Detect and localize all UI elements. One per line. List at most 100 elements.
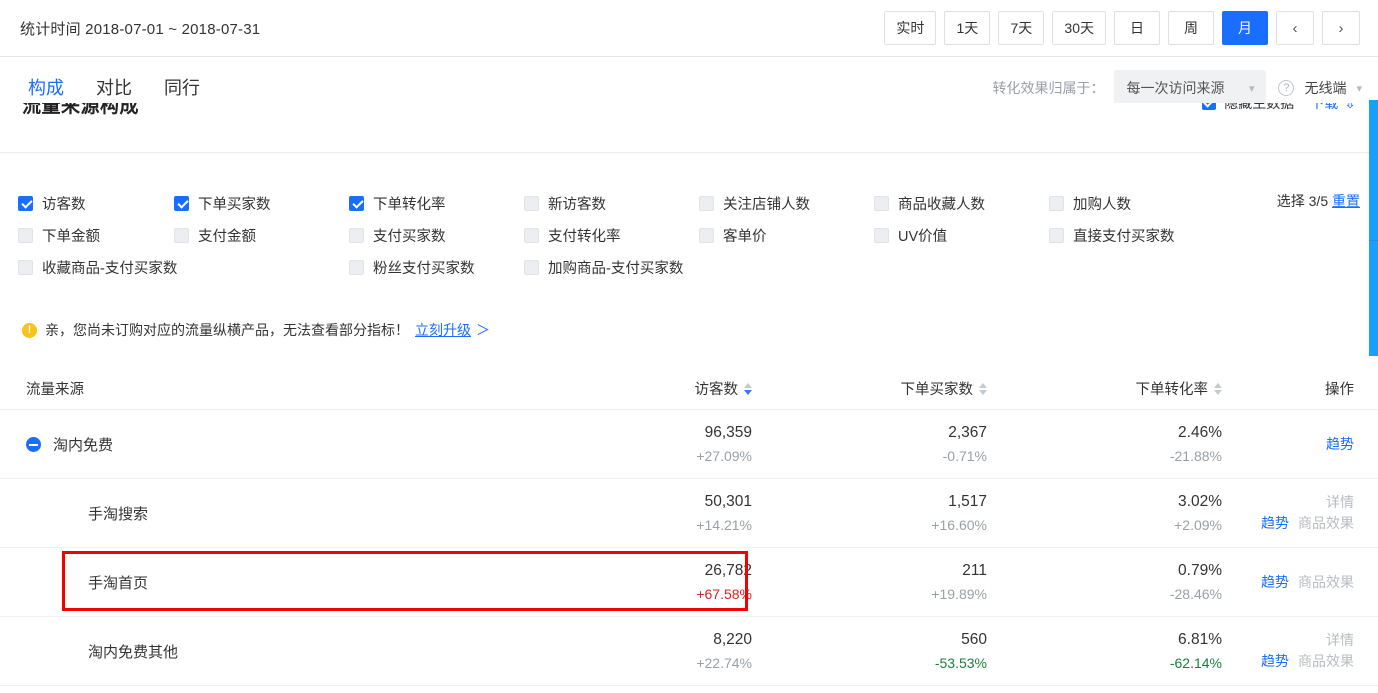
product-effect-link[interactable]: 商品效果 [1298,572,1354,592]
sort-icon-order-conversion[interactable] [1214,383,1222,395]
checkbox-icon [524,260,539,275]
metric-label: 下单转化率 [373,193,446,214]
cell-actions: 详情 趋势 商品效果 [1240,630,1378,672]
range-button-day[interactable]: 日 [1114,11,1160,45]
metric-label: 新访客数 [548,193,606,214]
collapse-icon[interactable] [26,437,41,452]
metric-checkbox-item-favorites[interactable]: 商品收藏人数 [874,193,1049,214]
attribution-select[interactable]: 每一次访问来源 ▾ [1114,70,1266,106]
tab-composition[interactable]: 构成 [28,79,64,97]
row-source-label: 手淘首页 [88,572,148,593]
cell-visitors: 96,359 +27.09% [535,423,770,466]
row-source-cell: 淘内免费 [0,434,535,455]
metric-checkbox-direct-paid-buyers[interactable]: 直接支付买家数 [1049,225,1244,246]
stat-time-label: 统计时间 2018-07-01 ~ 2018-07-31 [20,18,260,39]
metric-selection-status: 选择 3/5 重置 [1277,191,1360,211]
cell-visitors: 50,301 +14.21% [535,492,770,535]
chevron-down-icon: ▾ [1356,82,1362,95]
range-button-7day[interactable]: 7天 [998,11,1044,45]
next-period-icon[interactable]: › [1322,11,1360,45]
trend-link[interactable]: 趋势 [1326,436,1354,452]
question-circle-icon[interactable]: ? [1278,80,1294,96]
table-row[interactable]: 手淘首页 26,782 +67.58% 211 +19.89% 0.79% -2… [0,548,1378,617]
column-header-order-buyers[interactable]: 下单买家数 [770,378,1005,399]
cell-order-conversion-delta: -28.46% [1005,584,1222,604]
table-row[interactable]: 手淘搜索 50,301 +14.21% 1,517 +16.60% 3.02% … [0,479,1378,548]
metric-row-1: 访客数 下单买家数 下单转化率 新访客数 关注店铺人数 商品收藏人数 [0,187,1378,219]
reset-metrics-button[interactable]: 重置 [1332,193,1360,209]
metric-checkbox-paid-buyers[interactable]: 支付买家数 [349,225,524,246]
cell-actions: 趋势 [1240,434,1378,454]
row-source-cell: 淘内免费其他 [0,641,535,662]
download-button[interactable]: 下载 [1310,103,1338,113]
metric-checkbox-order-conversion[interactable]: 下单转化率 [349,193,524,214]
detail-link[interactable]: 详情 [1326,492,1354,513]
checkbox-icon [1049,228,1064,243]
terminal-select[interactable]: 无线端 ▾ [1304,78,1362,98]
product-effect-link[interactable]: 商品效果 [1298,651,1354,672]
range-button-month[interactable]: 月 [1222,11,1268,45]
download-icon[interactable]: ⇩ [1344,103,1356,112]
metric-checkbox-order-buyers[interactable]: 下单买家数 [174,193,349,214]
trend-link[interactable]: 趋势 [1261,572,1289,592]
trend-link[interactable]: 趋势 [1261,513,1289,534]
cell-order-conversion: 6.81% -62.14% [1005,630,1240,673]
detail-link[interactable]: 详情 [1326,630,1354,651]
range-button-week[interactable]: 周 [1168,11,1214,45]
metric-checkbox-cart-item-paid-buyers[interactable]: 加购商品-支付买家数 [524,257,754,278]
cell-visitors-value: 26,782 [535,561,752,581]
metric-label: 访客数 [42,193,86,214]
metric-label: 直接支付买家数 [1073,225,1175,246]
checkbox-icon [18,260,33,275]
top-toolbar: 统计时间 2018-07-01 ~ 2018-07-31 实时 1天 7天 30… [0,0,1378,57]
sort-icon-order-buyers[interactable] [979,383,987,395]
range-button-1day[interactable]: 1天 [944,11,990,45]
tab-comparison[interactable]: 对比 [96,79,132,97]
tab-peers[interactable]: 同行 [164,79,200,97]
checkbox-icon [874,196,889,211]
checkbox-icon [524,228,539,243]
vertical-scrollbar[interactable] [1369,100,1378,356]
metric-selector-panel: 访客数 下单买家数 下单转化率 新访客数 关注店铺人数 商品收藏人数 [0,153,1378,303]
metric-checkbox-uv-value[interactable]: UV价值 [874,225,1049,246]
metric-checkbox-visitors[interactable]: 访客数 [0,193,174,214]
cell-visitors: 26,782 +67.58% [535,561,770,604]
metric-checkbox-paid-conversion[interactable]: 支付转化率 [524,225,699,246]
metric-label: 支付买家数 [373,225,446,246]
metric-checkbox-new-visitors[interactable]: 新访客数 [524,193,699,214]
hide-main-data-checkbox[interactable] [1202,103,1216,110]
table-header-row: 流量来源 访客数 下单买家数 下单转化率 操作 [0,368,1378,410]
metric-checkbox-fav-item-paid-buyers[interactable]: 收藏商品-支付买家数 [0,257,349,278]
cell-actions: 详情 趋势 商品效果 [1240,492,1378,534]
attribution-select-value: 每一次访问来源 [1126,78,1224,98]
cell-order-buyers-delta: -0.71% [770,446,987,466]
column-header-visitors[interactable]: 访客数 [535,378,770,399]
metric-checkbox-shop-followers[interactable]: 关注店铺人数 [699,193,874,214]
metric-checkbox-cart-users[interactable]: 加购人数 [1049,193,1224,214]
upgrade-link[interactable]: 立刻升级 [415,320,471,340]
metric-checkbox-paid-amount[interactable]: 支付金额 [174,225,349,246]
cell-order-conversion-value: 2.46% [1005,423,1222,443]
metric-checkbox-fans-paid-buyers[interactable]: 粉丝支付买家数 [349,257,524,278]
metric-label: 收藏商品-支付买家数 [42,257,177,278]
traffic-source-table: 流量来源 访客数 下单买家数 下单转化率 操作 [0,368,1378,686]
prev-period-icon[interactable]: ‹ [1276,11,1314,45]
checkbox-icon [18,228,33,243]
trend-link[interactable]: 趋势 [1261,651,1289,672]
sort-icon-visitors[interactable] [744,383,752,395]
range-button-realtime[interactable]: 实时 [884,11,936,45]
column-header-order-conversion[interactable]: 下单转化率 [1005,378,1240,399]
product-effect-link[interactable]: 商品效果 [1298,513,1354,534]
metric-checkbox-avg-order-value[interactable]: 客单价 [699,225,874,246]
app-root: 统计时间 2018-07-01 ~ 2018-07-31 实时 1天 7天 30… [0,0,1378,693]
cell-visitors-delta: +22.74% [535,653,752,673]
table-row[interactable]: 淘内免费其他 8,220 +22.74% 560 -53.53% 6.81% -… [0,617,1378,686]
chevron-right-icon: ＞ [476,320,490,340]
upgrade-notice: ! 亲，您尚未订购对应的流量纵横产品，无法查看部分指标！ 立刻升级 ＞ [22,320,490,340]
range-button-30day[interactable]: 30天 [1052,11,1106,45]
cell-order-buyers-delta: +19.89% [770,584,987,604]
column-header-actions: 操作 [1240,378,1378,399]
table-row[interactable]: 淘内免费 96,359 +27.09% 2,367 -0.71% 2.46% -… [0,410,1378,479]
metric-checkbox-order-amount[interactable]: 下单金额 [0,225,174,246]
cell-order-conversion: 3.02% +2.09% [1005,492,1240,535]
